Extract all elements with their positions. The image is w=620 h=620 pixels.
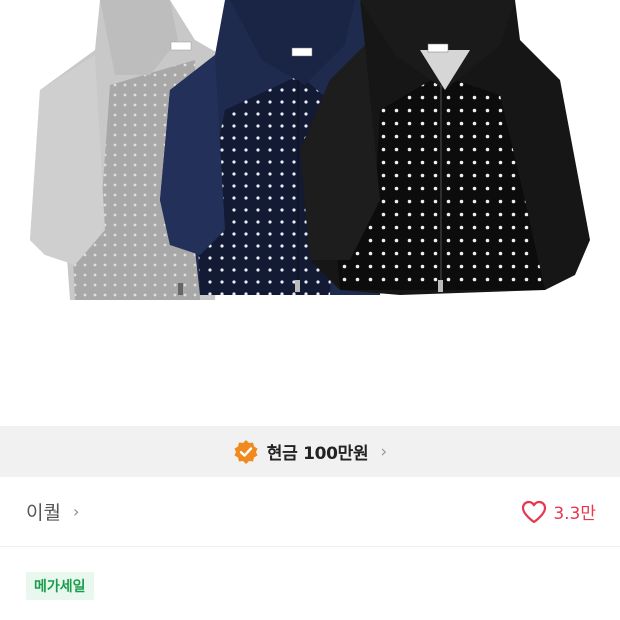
store-row: 이퀄 › 3.3만 xyxy=(0,477,620,547)
heart-icon xyxy=(522,500,547,523)
like-button[interactable]: 3.3만 xyxy=(521,499,596,524)
store-name: 이퀄 xyxy=(26,502,61,524)
cash-promo-banner[interactable]: 현금 100만원 › xyxy=(0,426,620,477)
check-badge-icon xyxy=(234,439,258,464)
product-title xyxy=(26,611,606,620)
product-image[interactable] xyxy=(0,0,620,426)
store-link[interactable]: 이퀄 › xyxy=(26,498,79,525)
like-count: 3.3만 xyxy=(553,504,596,524)
chevron-right-icon: › xyxy=(380,441,388,462)
chevron-right-icon: › xyxy=(72,502,80,521)
promo-text: 현금 100만원 xyxy=(266,444,369,464)
mega-sale-tag: 메가세일 xyxy=(26,572,94,600)
